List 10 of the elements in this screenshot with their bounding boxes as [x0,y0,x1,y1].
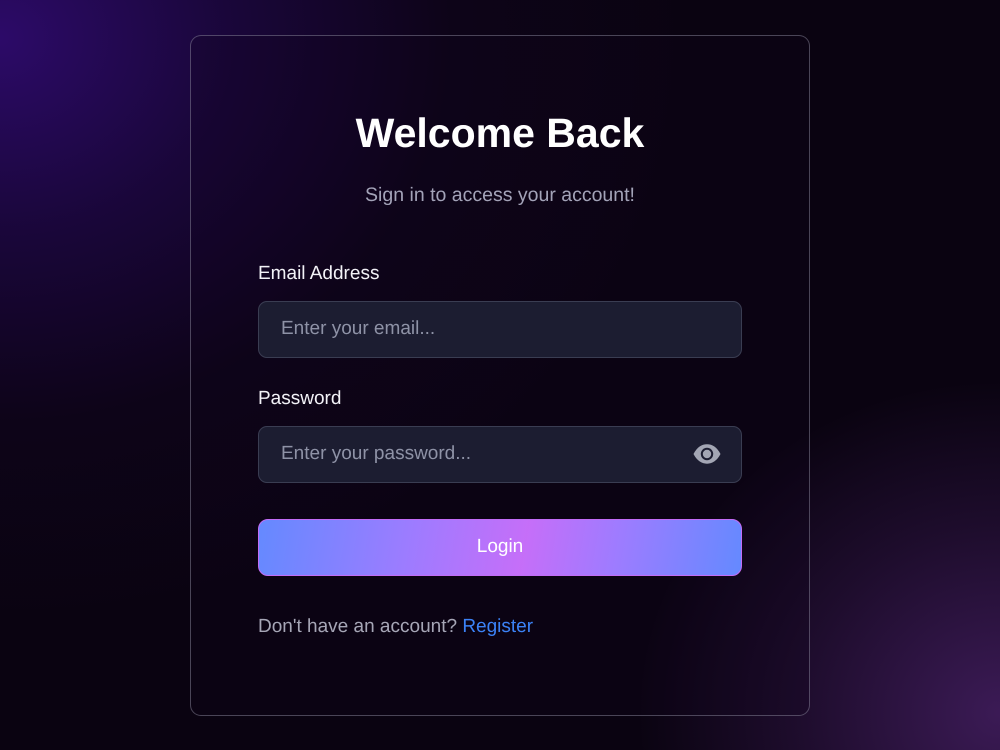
login-button[interactable]: Login [258,518,742,576]
field-label: Password [258,388,342,410]
email-field[interactable]: Enter your email... [258,300,742,358]
field-label: Email Address [258,262,380,284]
eye-icon[interactable] [693,444,721,464]
password-field[interactable]: Enter your password... [258,426,742,482]
register-prompt: Don't have an account? Register [258,616,534,638]
card-title: Welcome Back [356,108,644,158]
card-subtitle: Sign in to access your account! [365,182,635,206]
register-link[interactable]: Register [462,616,534,636]
